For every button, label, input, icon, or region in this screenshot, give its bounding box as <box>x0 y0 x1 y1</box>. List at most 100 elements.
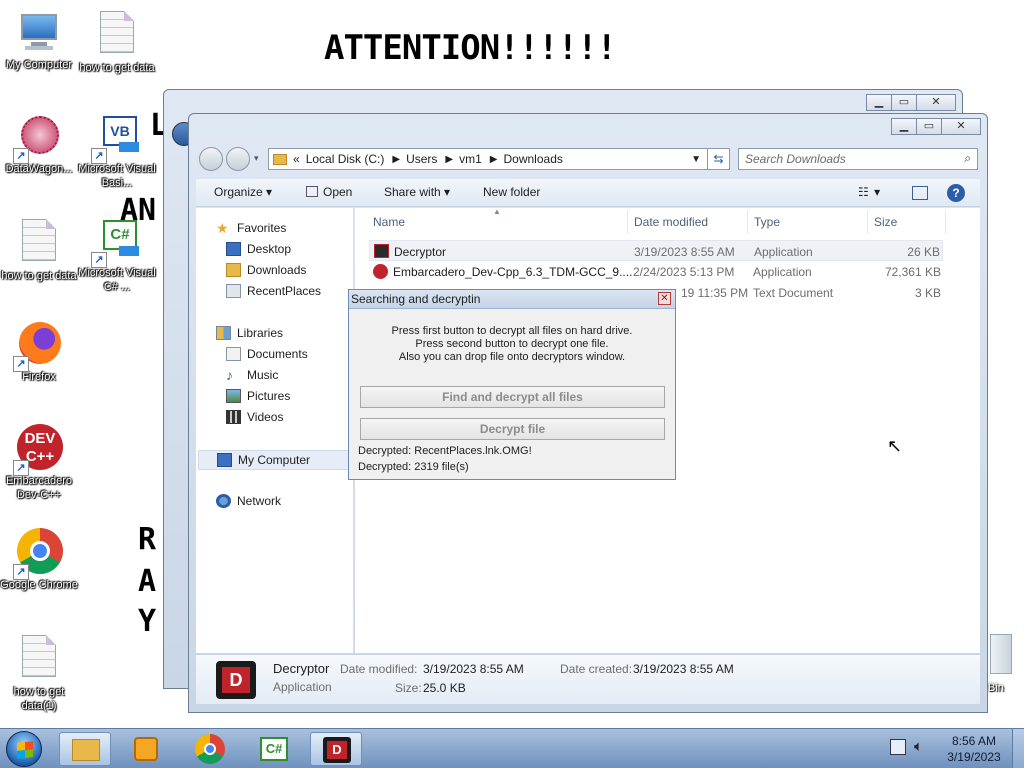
breadcrumb-downloads[interactable]: Downloads <box>504 152 563 166</box>
column-header-date-modified[interactable]: Date modified <box>634 215 708 229</box>
desktop-icon-label: Google Chrome <box>0 579 78 591</box>
decrypt-file-button[interactable]: Decrypt file <box>360 418 665 440</box>
taskbar-media-player-button[interactable] <box>120 732 172 766</box>
nav-label: Documents <box>247 347 308 361</box>
table-row[interactable]: Embarcadero_Dev-Cpp_6.3_TDM-GCC_9.... 2/… <box>369 261 943 282</box>
share-with-label: Share with <box>384 185 441 199</box>
column-header-type[interactable]: Type <box>754 215 780 229</box>
close-button[interactable]: ✕ <box>916 94 956 111</box>
media-player-icon <box>134 737 158 761</box>
start-button[interactable] <box>6 731 42 767</box>
desktop-icon-visual-csharp[interactable]: C# ↗ Microsoft Visual C# ... <box>78 216 156 294</box>
forward-button[interactable] <box>226 147 250 171</box>
maximize-button[interactable]: ▭ <box>891 94 917 111</box>
open-label: Open <box>323 185 353 199</box>
documents-icon <box>226 347 241 361</box>
desktop-icon-visual-basic[interactable]: VB ↗ Microsoft Visual Basi... <box>78 112 156 190</box>
details-date-created: 3/19/2023 8:55 AM <box>633 662 734 676</box>
find-and-decrypt-all-button[interactable]: Find and decrypt all files <box>360 386 665 408</box>
desktop-icon-how-to-get-data-2[interactable]: how to get data <box>0 216 78 283</box>
recycle-bin-icon <box>990 634 1012 674</box>
nav-music[interactable]: ♪ Music <box>226 368 278 382</box>
desktop-icon-label: Microsoft Visual Basi... <box>78 163 156 189</box>
close-button[interactable]: ✕ <box>941 118 981 135</box>
close-icon[interactable]: ✕ <box>658 292 671 305</box>
desktop-icon-my-computer[interactable]: My Computer <box>0 8 78 72</box>
decryptor-icon <box>374 244 389 258</box>
file-size: 72,361 KB <box>884 265 941 279</box>
shortcut-arrow-icon: ↗ <box>13 460 29 476</box>
column-header-name[interactable]: Name <box>373 215 405 229</box>
clock[interactable]: 8:56 AM 3/19/2023 <box>944 733 1004 765</box>
network-tray-icon[interactable] <box>890 739 906 755</box>
decryptor-dialog[interactable]: Searching and decryptin ✕ Press first bu… <box>348 289 676 480</box>
nav-label: Libraries <box>237 326 284 340</box>
open-button[interactable]: Open <box>306 185 352 199</box>
view-options-icon[interactable]: ☷ ▾ <box>858 185 881 199</box>
details-size: 25.0 KB <box>423 681 466 695</box>
minimize-button[interactable]: ▁ <box>891 118 917 135</box>
shortcut-arrow-icon: ↗ <box>13 148 29 164</box>
nav-libraries[interactable]: Libraries <box>216 326 283 340</box>
refresh-icon[interactable]: ⇆ <box>707 149 729 169</box>
desktop-icon-how-to-get-data-1[interactable]: how to get data(1) <box>0 632 78 713</box>
taskbar-visual-csharp-button[interactable]: C# <box>248 732 300 766</box>
desktop-icon-recycle-bin[interactable]: Bin <box>986 634 1020 694</box>
nav-my-computer[interactable]: My Computer <box>198 450 350 470</box>
volume-icon[interactable]: 🔈︎ <box>914 738 923 755</box>
show-desktop-button[interactable] <box>1012 729 1024 768</box>
table-row[interactable]: Decryptor 3/19/2023 8:55 AM Application … <box>369 240 943 261</box>
back-button[interactable] <box>199 147 223 171</box>
share-with-button[interactable]: Share with ▾ <box>384 185 450 199</box>
nav-documents[interactable]: Documents <box>226 347 308 361</box>
nav-recentplaces[interactable]: RecentPlaces <box>226 284 321 298</box>
computer-icon <box>217 453 232 467</box>
nav-videos[interactable]: Videos <box>226 410 283 424</box>
breadcrumb-users[interactable]: Users <box>406 152 437 166</box>
taskbar-decryptor-button[interactable]: D <box>310 732 362 766</box>
file-date: 3/19/2023 8:55 AM <box>634 245 735 259</box>
new-folder-button[interactable]: New folder <box>483 185 540 199</box>
maximize-button[interactable]: ▭ <box>916 118 942 135</box>
search-icon[interactable]: ⌕ <box>964 151 971 166</box>
breadcrumb-overflow[interactable]: « <box>293 152 300 166</box>
column-header-size[interactable]: Size <box>874 215 897 229</box>
organize-button[interactable]: Organize ▾ <box>214 185 272 199</box>
pictures-icon <box>226 389 241 403</box>
taskbar-chrome-button[interactable] <box>185 732 237 766</box>
help-icon[interactable]: ? <box>947 184 965 202</box>
clock-date: 3/19/2023 <box>947 750 1001 764</box>
address-dropdown-icon[interactable]: ▼ <box>691 154 701 165</box>
datawagon-icon: ↗ <box>13 112 63 164</box>
file-size: 3 KB <box>914 286 941 300</box>
videos-icon <box>226 410 241 424</box>
desktop-icon-firefox[interactable]: ↗ Firefox <box>0 320 78 384</box>
search-input[interactable]: Search Downloads ⌕ <box>738 148 978 170</box>
chevron-right-icon[interactable]: ▶ <box>392 154 400 165</box>
preview-pane-icon[interactable] <box>912 186 928 200</box>
address-bar[interactable]: « Local Disk (C:) ▶ Users ▶ vm1 ▶ Downlo… <box>268 148 730 170</box>
desktop-icon-devcpp[interactable]: DEV C++ ↗ Embarcadero Dev-C++ <box>0 424 78 502</box>
recent-pages-chevron-icon[interactable]: ▾ <box>254 153 259 164</box>
devcpp-icon: DEV C++ ↗ <box>13 424 63 476</box>
chevron-right-icon[interactable]: ▶ <box>490 154 498 165</box>
nav-downloads[interactable]: Downloads <box>226 263 306 277</box>
network-icon <box>216 494 231 508</box>
nav-desktop[interactable]: Desktop <box>226 242 291 256</box>
desktop-icon-chrome[interactable]: ↗ Google Chrome <box>0 528 78 592</box>
desktop-icon-datawagon[interactable]: ↗ DataWagon... <box>0 112 78 176</box>
nav-favorites[interactable]: ★ Favorites <box>216 221 286 235</box>
nav-network[interactable]: Network <box>216 494 281 508</box>
details-file-name: Decryptor <box>273 661 330 676</box>
minimize-button[interactable]: ▁ <box>866 94 892 111</box>
breadcrumb-vm1[interactable]: vm1 <box>459 152 482 166</box>
desktop-icon-how-to-get-data[interactable]: how to get data <box>78 8 156 75</box>
folder-icon <box>72 739 100 761</box>
breadcrumb-local-disk[interactable]: Local Disk (C:) <box>306 152 385 166</box>
music-icon: ♪ <box>226 367 233 383</box>
taskbar-explorer-button[interactable] <box>59 732 111 766</box>
nav-pictures[interactable]: Pictures <box>226 389 290 403</box>
dialog-titlebar[interactable]: Searching and decryptin ✕ <box>349 290 675 309</box>
shortcut-arrow-icon: ↗ <box>91 252 107 268</box>
chevron-right-icon[interactable]: ▶ <box>445 154 453 165</box>
